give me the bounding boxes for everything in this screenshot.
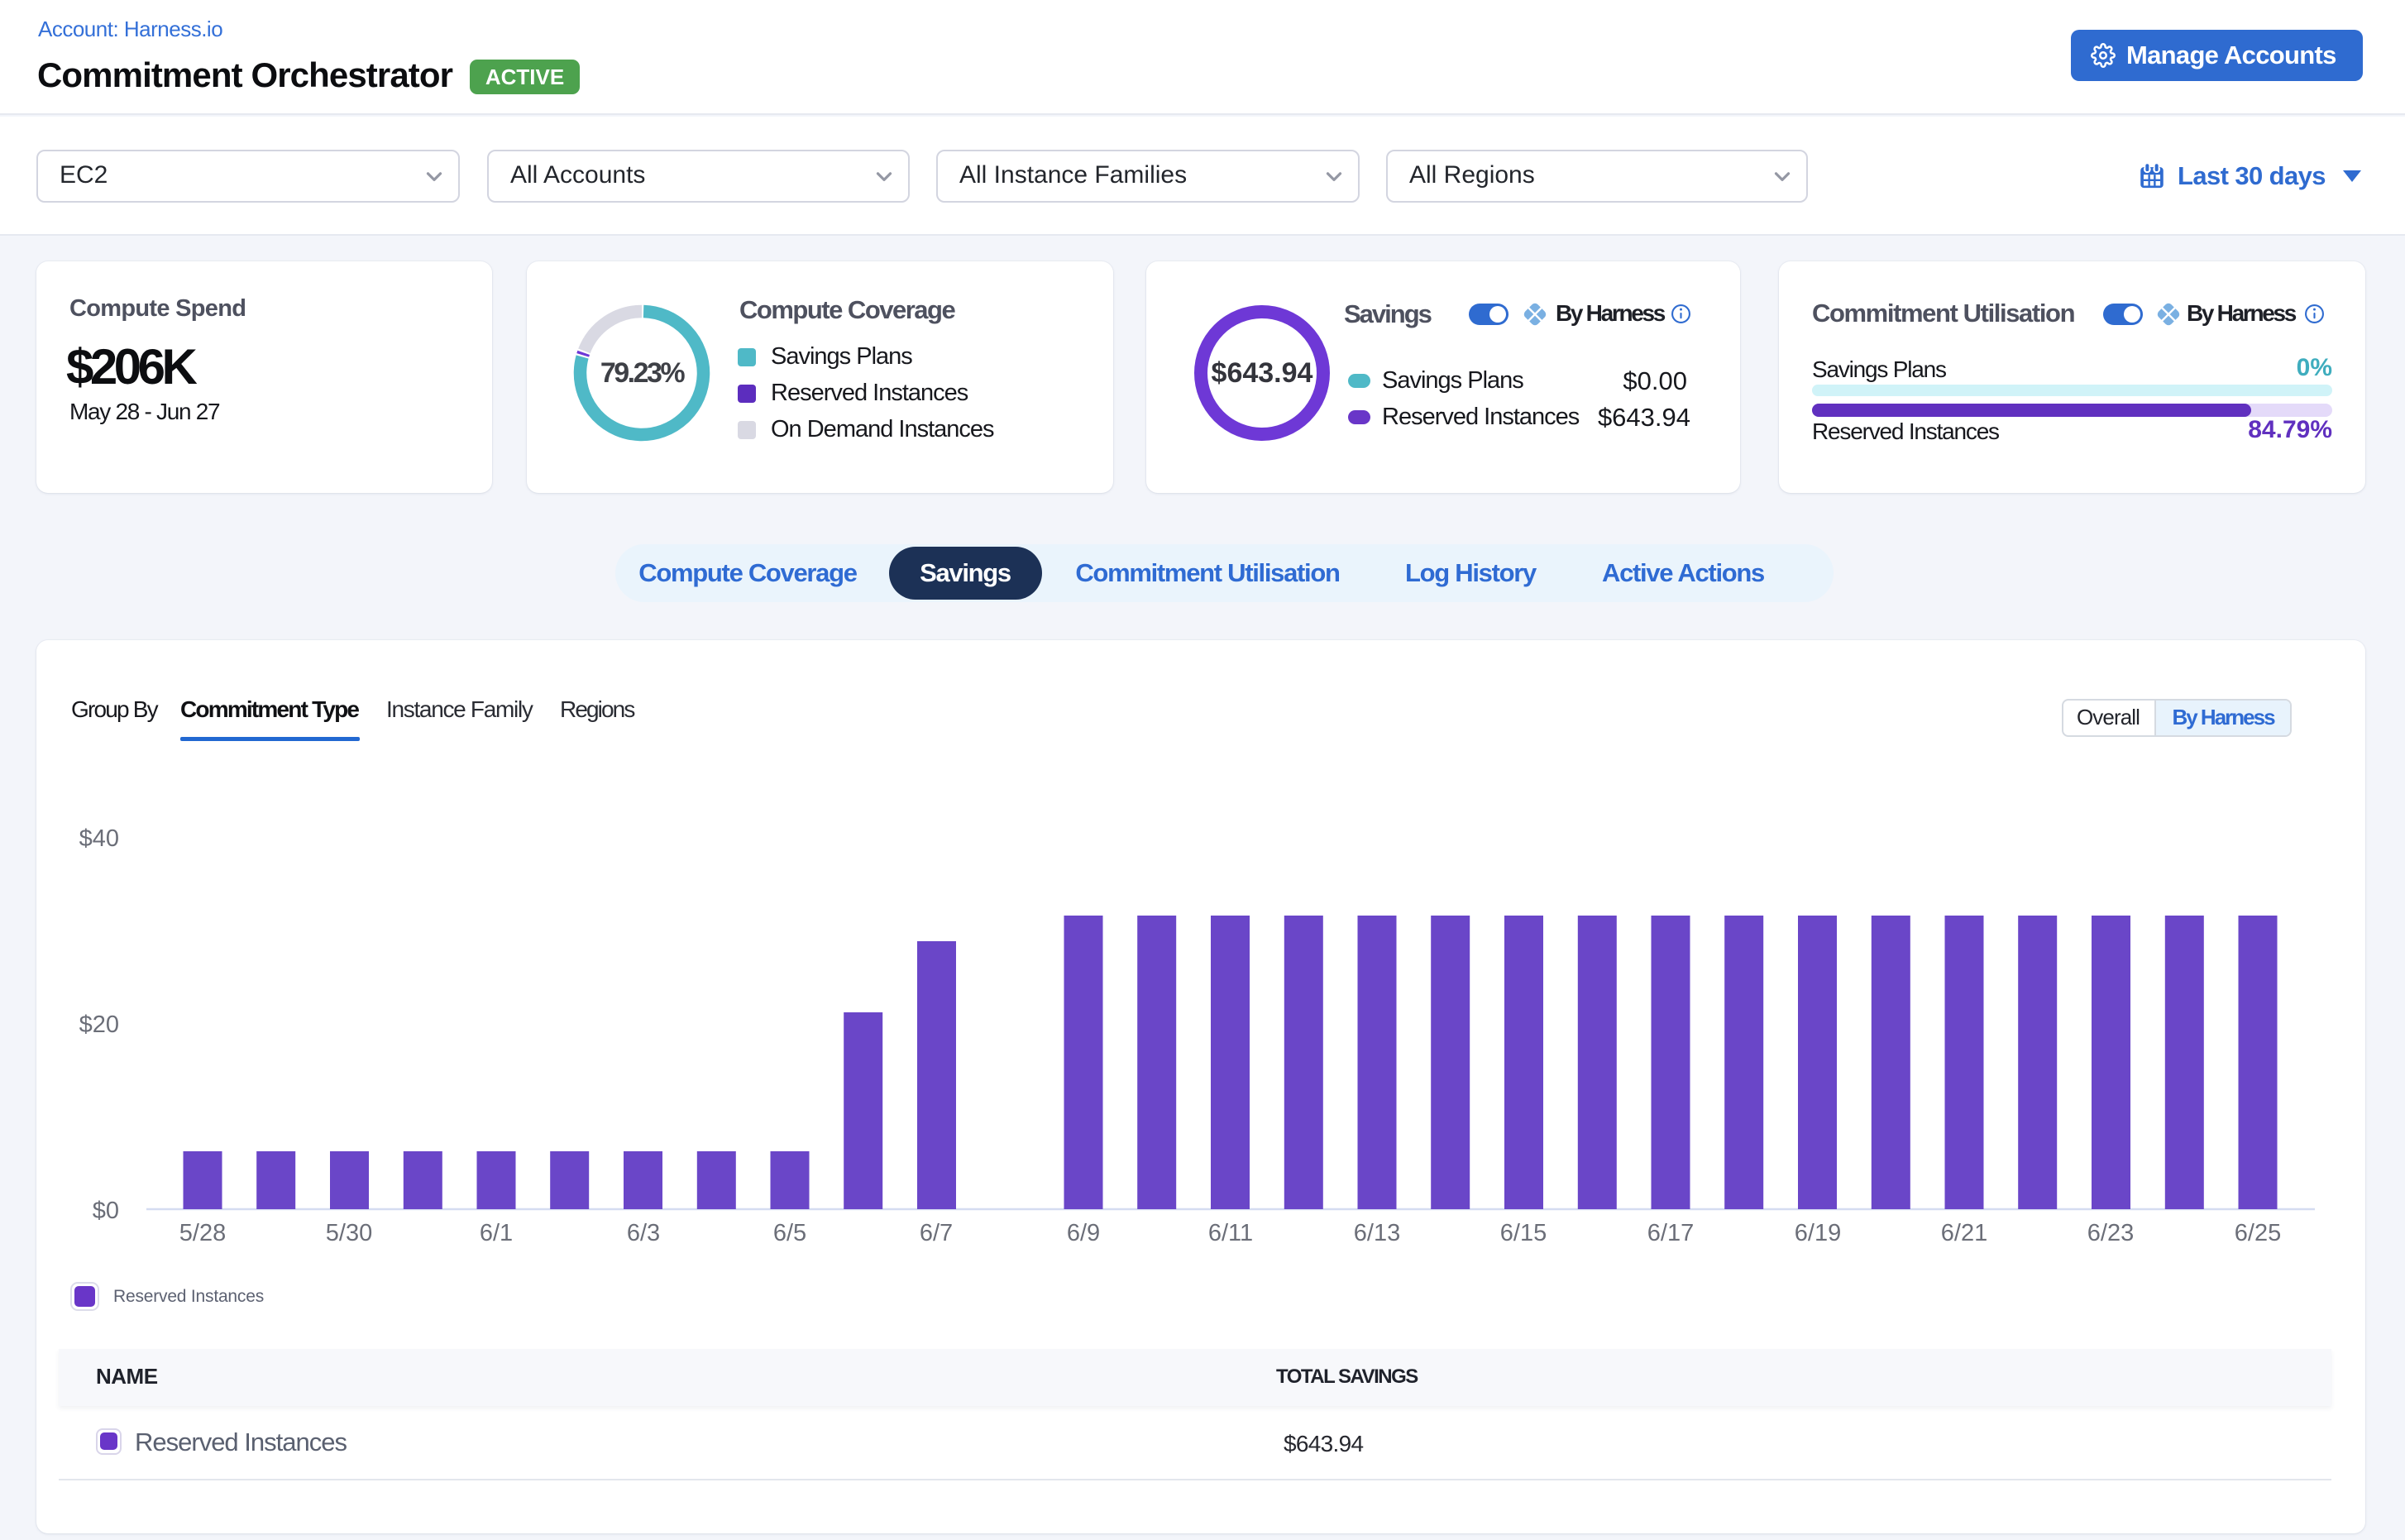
svg-text:6/21: 6/21 [1941, 1220, 1987, 1246]
svg-text:6/17: 6/17 [1647, 1220, 1694, 1246]
svg-text:6/7: 6/7 [920, 1220, 953, 1246]
svg-text:$40: $40 [79, 825, 119, 852]
svg-text:6/25: 6/25 [2235, 1220, 2281, 1246]
svg-text:6/11: 6/11 [1208, 1220, 1253, 1246]
svg-text:6/15: 6/15 [1500, 1220, 1547, 1246]
svg-text:$20: $20 [79, 1012, 119, 1038]
svg-text:6/23: 6/23 [2087, 1220, 2134, 1246]
svg-text:5/30: 5/30 [326, 1220, 372, 1246]
svg-text:6/3: 6/3 [627, 1220, 660, 1246]
svg-text:6/13: 6/13 [1354, 1220, 1400, 1246]
svg-text:5/28: 5/28 [179, 1220, 226, 1246]
svg-text:6/19: 6/19 [1795, 1220, 1841, 1246]
svg-text:6/1: 6/1 [480, 1220, 513, 1246]
svg-text:$0: $0 [93, 1198, 119, 1224]
svg-text:6/5: 6/5 [773, 1220, 806, 1246]
svg-text:6/9: 6/9 [1067, 1220, 1100, 1246]
